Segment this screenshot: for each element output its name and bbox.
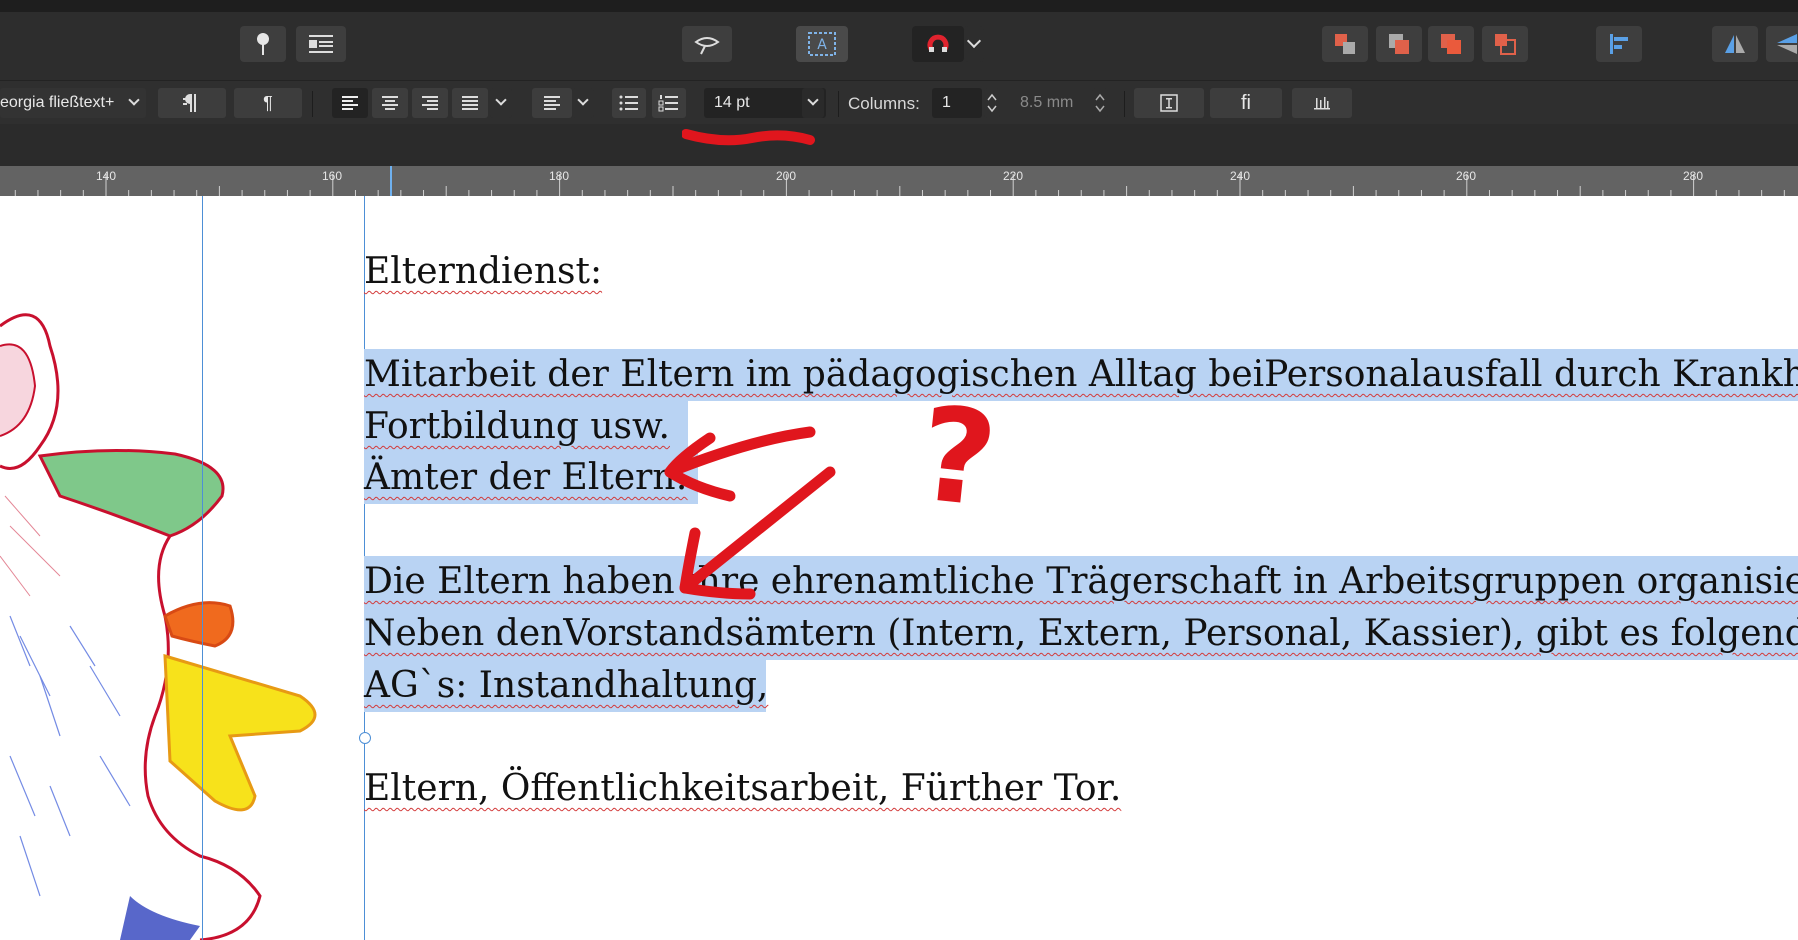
numbered-list-icon	[658, 95, 678, 112]
text-frame-options-icon	[1160, 94, 1178, 112]
ruler-label: 220	[1003, 169, 1024, 183]
ruler-label: 140	[96, 169, 117, 183]
columns-field[interactable]: 1	[932, 88, 982, 118]
paragraph-text: Fortbildung usw.	[364, 406, 670, 447]
ruler-label: 260	[1456, 169, 1477, 183]
vertical-align-dropdown[interactable]	[572, 88, 594, 118]
gutter-stepper[interactable]	[1092, 88, 1108, 118]
snapping-dropdown-icon[interactable]	[964, 26, 984, 62]
text-frame-handle[interactable]	[359, 732, 371, 744]
margin-guide-line[interactable]	[202, 196, 203, 940]
align-left-icon[interactable]	[1596, 26, 1642, 62]
ligatures-button[interactable]: fi	[1210, 88, 1282, 118]
paragraph-style-value: eorgia fließtext+	[0, 94, 115, 111]
align-right-text-icon	[422, 96, 438, 110]
font-size-value: 14 pt	[714, 94, 750, 111]
svg-text:A: A	[817, 37, 827, 53]
paragraph-style-dropdown[interactable]: eorgia fließtext+	[0, 88, 146, 118]
arrange-front-icon[interactable]	[1482, 26, 1528, 62]
text-frame-icon[interactable]: A	[796, 26, 848, 62]
show-special-chars-button[interactable]: ¶	[234, 88, 302, 118]
bullet-list-button[interactable]	[612, 88, 646, 118]
paragraph-text: Eltern, Öffentlichkeitsarbeit, Fürther T…	[364, 768, 1122, 809]
numbered-list-button[interactable]	[652, 88, 686, 118]
text-line-selected[interactable]: Die Eltern haben ihre ehrenamtliche Träg…	[364, 556, 1798, 608]
pin-icon[interactable]	[240, 26, 286, 62]
ruler-cursor-marker	[390, 166, 392, 196]
text-line-selected[interactable]: AG`s: Instandhaltung,	[364, 660, 769, 712]
text-frame-options-button[interactable]	[1134, 88, 1204, 118]
baseline-grid-icon	[1314, 97, 1330, 110]
ligatures-label: fi	[1241, 91, 1251, 114]
columns-label: Columns:	[848, 94, 920, 113]
paragraph-panel-icon	[183, 94, 196, 112]
pilcrow-icon: ¶	[263, 92, 273, 113]
paragraph-text: Neben denVorstandsämtern (Intern, Extern…	[364, 613, 1798, 654]
horizontal-ruler[interactable]: 140 160 180 200 220 240 260 280	[0, 166, 1798, 197]
toolbar-separator-strip	[0, 124, 1798, 167]
vertical-align-button[interactable]	[532, 88, 572, 118]
paragraph-text: Die Eltern haben ihre ehrenamtliche Träg…	[364, 561, 1798, 602]
bullet-list-icon	[619, 95, 638, 111]
text-line[interactable]: Eltern, Öffentlichkeitsarbeit, Fürther T…	[364, 763, 1121, 815]
align-left-text-button[interactable]	[332, 88, 368, 118]
arrange-backward-icon[interactable]	[1376, 26, 1422, 62]
ruler-label: 180	[549, 169, 570, 183]
text-wrap-icon[interactable]	[296, 26, 346, 62]
main-toolbar: A	[0, 0, 1798, 92]
ruler-label: 240	[1230, 169, 1251, 183]
arrange-back-icon[interactable]	[1322, 26, 1368, 62]
text-line-selected[interactable]: Neben denVorstandsämtern (Intern, Extern…	[364, 608, 1798, 660]
child-drawing-image	[0, 313, 317, 940]
text-style-panel-button[interactable]	[158, 88, 226, 118]
gutter-value[interactable]: 8.5 mm	[1020, 94, 1073, 112]
question-mark-annotation: ?	[912, 377, 1004, 537]
font-size-dropdown[interactable]	[802, 88, 824, 118]
ruler-ticks	[14, 174, 1785, 196]
paragraph-text: Mitarbeit der Eltern im pädagogischen Al…	[364, 354, 1798, 395]
document-canvas[interactable]: Elterndienst: Mitarbeit der Eltern im pä…	[0, 196, 1798, 940]
stepper-arrows-icon	[1095, 93, 1105, 113]
ruler-label: 160	[322, 169, 343, 183]
align-center-text-icon	[382, 96, 398, 110]
align-right-text-button[interactable]	[412, 88, 448, 118]
paragraph-text: AG`s: Instandhaltung,	[364, 665, 769, 706]
ruler-label: 280	[1683, 169, 1704, 183]
flip-vertical-icon[interactable]	[1766, 26, 1798, 62]
snapping-magnet-icon[interactable]	[912, 26, 964, 62]
baseline-grid-button[interactable]	[1292, 88, 1352, 118]
vertical-align-icon	[544, 96, 560, 110]
justify-options-dropdown[interactable]	[490, 88, 512, 118]
arrange-forward-icon[interactable]	[1428, 26, 1474, 62]
red-underline-annotation	[682, 129, 815, 146]
heading-elterndienst: Elterndienst:	[364, 251, 603, 292]
stepper-arrows-icon	[987, 93, 997, 113]
columns-value: 1	[942, 94, 951, 111]
preview-icon[interactable]	[682, 26, 732, 62]
context-toolbar: eorgia fließtext+ ¶ 14 pt Columns: 1 8.5…	[0, 80, 1798, 126]
align-left-text-icon	[342, 96, 358, 110]
justify-text-icon	[462, 96, 478, 110]
text-line[interactable]: Elterndienst:	[364, 246, 602, 298]
text-line-selected[interactable]: Mitarbeit der Eltern im pädagogischen Al…	[364, 349, 1798, 401]
ruler-label: 200	[776, 169, 797, 183]
justify-text-button[interactable]	[452, 88, 488, 118]
columns-stepper[interactable]	[984, 88, 1000, 118]
align-center-text-button[interactable]	[372, 88, 408, 118]
flip-horizontal-icon[interactable]	[1712, 26, 1758, 62]
